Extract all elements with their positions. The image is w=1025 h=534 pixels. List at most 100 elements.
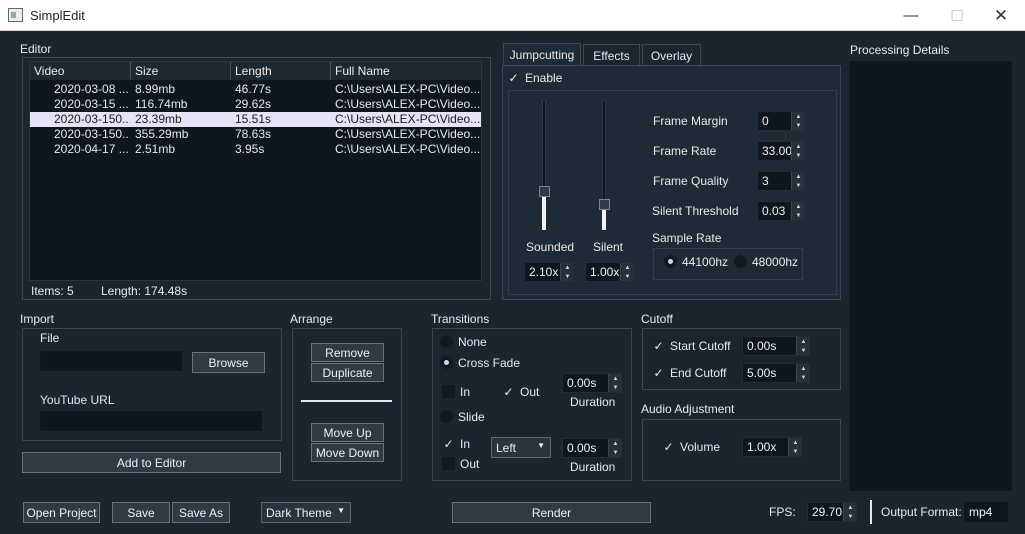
cross-fade-in-checkbox[interactable]: In (442, 385, 482, 399)
slide-duration-spinbox[interactable]: 0.00s ▲ ▼ (562, 438, 622, 458)
output-format-input[interactable]: mp4 (964, 502, 1008, 522)
tab-effects[interactable]: Effects (583, 44, 640, 66)
chevron-up-icon[interactable]: ▲ (792, 202, 805, 211)
column-header-full-name[interactable]: Full Name (331, 62, 481, 80)
silent-threshold-spinbox[interactable]: 0.03 ▲ ▼ (757, 201, 805, 221)
table-cell-video: 2020-03-150... (54, 127, 129, 141)
output-format-value: mp4 (969, 505, 993, 519)
end-cutoff-label: End Cutoff (670, 366, 727, 380)
table-row[interactable]: 2020-03-150... 23.39mb 15.51s C:\Users\ALEX… (30, 112, 481, 127)
frame-rate-spinbox[interactable]: 33.00 ▲ ▼ (757, 141, 805, 161)
chevron-down-icon: ▼ (337, 506, 345, 515)
slide-duration-value: 0.00s (567, 441, 597, 455)
sounded-slider-handle[interactable] (539, 185, 550, 197)
slide-direction-dropdown[interactable]: Left ▼ (491, 437, 551, 458)
table-cell-size: 23.39mb (135, 112, 182, 126)
table-cell-length: 29.62s (235, 97, 272, 111)
chevron-down-icon[interactable]: ▼ (797, 346, 810, 355)
enable-checkbox[interactable]: ✓ Enable (507, 71, 577, 86)
chevron-up-icon[interactable]: ▲ (792, 172, 805, 181)
close-button[interactable]: ✕ (978, 0, 1024, 31)
chevron-up-icon[interactable]: ▲ (792, 112, 805, 121)
chevron-up-icon[interactable]: ▲ (609, 374, 622, 383)
silent-slider-handle[interactable] (599, 198, 610, 210)
file-path-input[interactable] (40, 351, 182, 371)
chevron-down-icon[interactable]: ▼ (609, 448, 622, 457)
open-project-button[interactable]: Open Project (23, 502, 100, 523)
sample-rate-48000-radio[interactable]: 48000hz (734, 255, 804, 269)
table-row[interactable]: 2020-04-17 ... 2.51mb 3.95s C:\Users\ALEX-P… (30, 142, 481, 157)
table-cell-size: 2.51mb (135, 142, 176, 156)
column-header-size[interactable]: Size (131, 62, 231, 80)
arrange-divider (301, 400, 392, 402)
theme-dropdown[interactable]: Dark Theme ▼ (261, 502, 351, 523)
chevron-down-icon[interactable]: ▼ (792, 121, 805, 130)
browse-button[interactable]: Browse (192, 352, 265, 373)
tab-overlay[interactable]: Overlay (642, 44, 701, 66)
youtube-url-input[interactable] (40, 411, 262, 431)
frame-margin-spinbox[interactable]: 0 ▲ ▼ (757, 111, 805, 131)
slide-out-checkbox[interactable]: Out (442, 457, 482, 471)
save-as-button[interactable]: Save As (172, 502, 230, 523)
table-row[interactable]: 2020-03-15 ... 116.74mb 29.62s C:\Users\ALE… (30, 97, 481, 112)
remove-button[interactable]: Remove (311, 343, 384, 362)
start-cutoff-spinbox[interactable]: 0.00s ▲ ▼ (742, 336, 810, 356)
chevron-down-icon[interactable]: ▼ (792, 151, 805, 160)
transition-cross-fade-radio[interactable]: Cross Fade (440, 356, 530, 370)
slide-in-checkbox[interactable]: ✓ In (442, 437, 482, 452)
frame-quality-spinbox[interactable]: 3 ▲ ▼ (757, 171, 805, 191)
transition-slide-radio[interactable]: Slide (440, 410, 510, 424)
chevron-up-icon[interactable]: ▲ (792, 142, 805, 151)
table-cell-size: 8.99mb (135, 82, 176, 96)
processing-details-label: Processing Details (850, 43, 950, 57)
chevron-down-icon[interactable]: ▼ (561, 272, 574, 281)
sample-rate-44100-radio[interactable]: 44100hz (664, 255, 734, 269)
chevron-up-icon[interactable]: ▲ (621, 263, 634, 272)
chevron-down-icon[interactable]: ▼ (792, 181, 805, 190)
minimize-button[interactable]: — (888, 0, 934, 31)
cross-fade-duration-spinbox[interactable]: 0.00s ▲ ▼ (562, 373, 622, 393)
chevron-up-icon[interactable]: ▲ (797, 337, 810, 346)
render-button[interactable]: Render (452, 502, 651, 523)
chevron-up-icon[interactable]: ▲ (797, 364, 810, 373)
chevron-up-icon[interactable]: ▲ (609, 439, 622, 448)
chevron-down-icon[interactable]: ▼ (792, 211, 805, 220)
radio-selected-icon (440, 356, 453, 369)
checkmark-icon: ✓ (653, 338, 664, 353)
chevron-down-icon[interactable]: ▼ (797, 373, 810, 382)
chevron-down-icon[interactable]: ▼ (789, 447, 802, 456)
volume-spinbox[interactable]: 1.00x ▲ ▼ (742, 437, 802, 457)
table-row[interactable]: 2020-03-150... 355.29mb 78.63s C:\Users\ALE… (30, 127, 481, 142)
move-down-button[interactable]: Move Down (311, 443, 384, 462)
cross-fade-out-checkbox[interactable]: ✓ Out (502, 384, 552, 400)
fps-spinbox[interactable]: 29.70 ▲ ▼ (807, 502, 857, 522)
add-to-editor-button[interactable]: Add to Editor (22, 452, 281, 473)
silent-speed-spinbox[interactable]: 1.00x ▲ ▼ (585, 262, 634, 282)
volume-checkbox[interactable]: ✓ Volume (662, 440, 722, 455)
table-row[interactable]: 2020-03-08 ... 8.99mb 46.77s C:\Users\ALEX-… (30, 82, 481, 97)
file-table[interactable]: Video Size Length Full Name 2020-03-08 .… (29, 61, 482, 281)
end-cutoff-checkbox[interactable]: ✓ End Cutoff (652, 366, 732, 381)
chevron-up-icon[interactable]: ▲ (789, 438, 802, 447)
chevron-down-icon[interactable]: ▼ (844, 512, 857, 521)
end-cutoff-spinbox[interactable]: 5.00s ▲ ▼ (742, 363, 810, 383)
tab-jumpcutting[interactable]: Jumpcutting (503, 43, 581, 66)
chevron-up-icon[interactable]: ▲ (561, 263, 574, 272)
column-header-video[interactable]: Video (30, 62, 131, 80)
duplicate-button[interactable]: Duplicate (311, 363, 384, 382)
sounded-speed-spinbox[interactable]: 2.10x ▲ ▼ (524, 262, 574, 282)
chevron-up-icon[interactable]: ▲ (844, 503, 857, 512)
maximize-button[interactable]: ☐ (934, 0, 980, 31)
move-up-button[interactable]: Move Up (311, 423, 384, 442)
column-header-length[interactable]: Length (231, 62, 331, 80)
chevron-down-icon[interactable]: ▼ (621, 272, 634, 281)
transition-none-radio[interactable]: None (440, 335, 510, 349)
checkmark-icon: ✓ (503, 384, 514, 399)
start-cutoff-checkbox[interactable]: ✓ Start Cutoff (652, 338, 732, 354)
fps-value: 29.70 (812, 505, 843, 519)
output-format-label: Output Format: (881, 505, 962, 519)
start-cutoff-label: Start Cutoff (670, 339, 731, 353)
chevron-down-icon[interactable]: ▼ (609, 383, 622, 392)
audio-adjustment-label: Audio Adjustment (641, 402, 735, 416)
save-button[interactable]: Save (112, 502, 170, 523)
